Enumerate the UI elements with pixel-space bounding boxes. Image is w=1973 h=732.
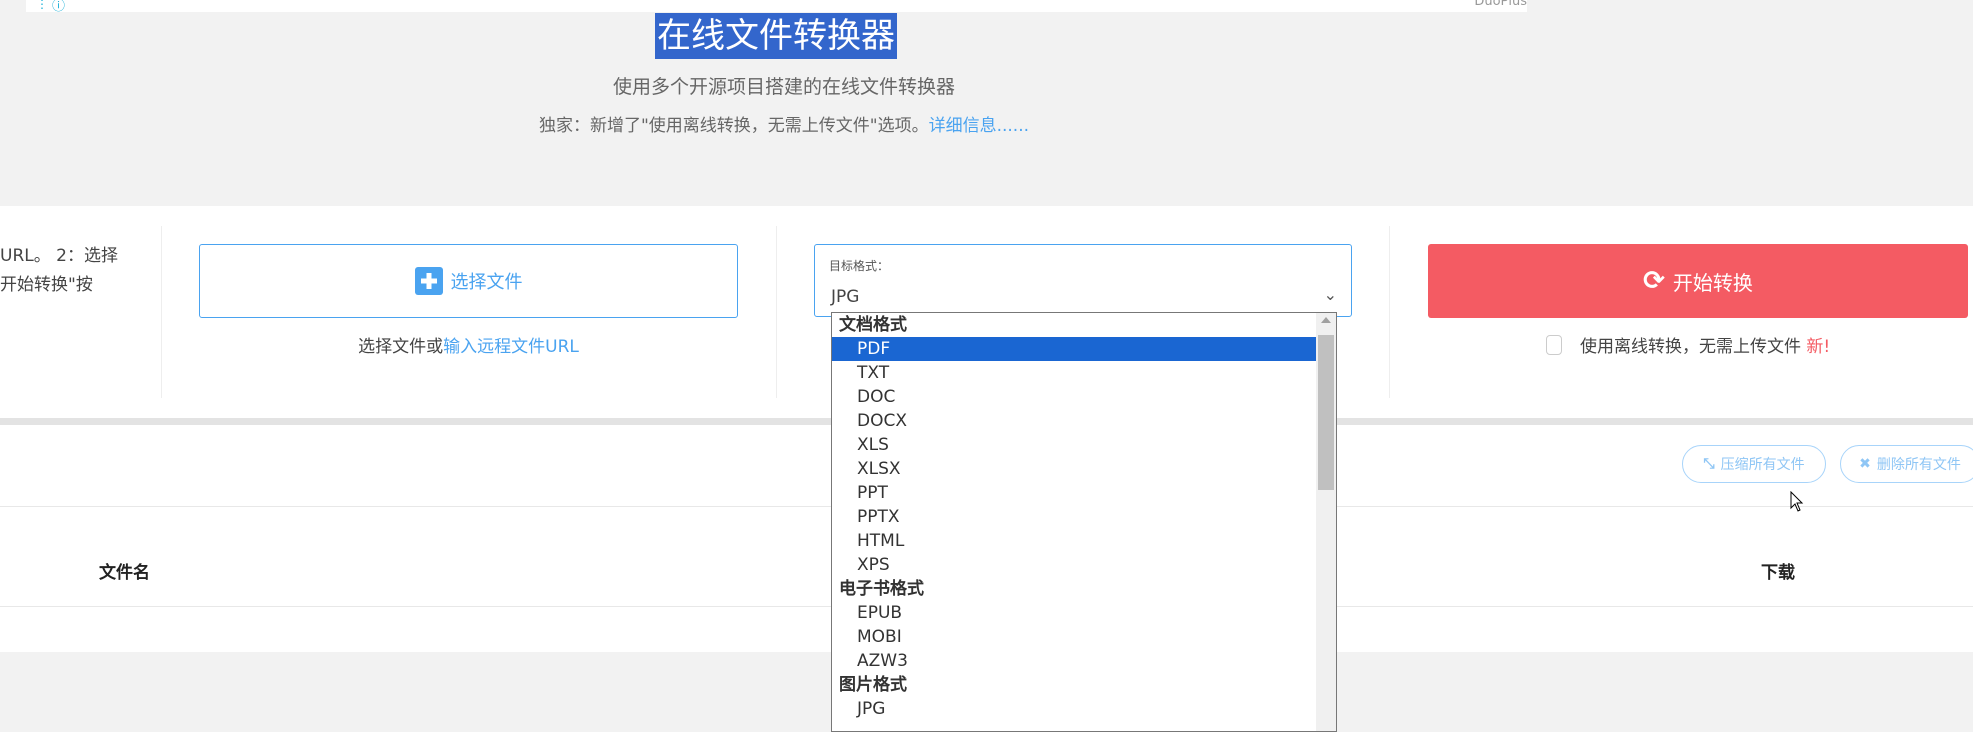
plus-icon xyxy=(414,267,443,295)
format-option[interactable]: PPTX xyxy=(832,505,1316,529)
delete-all-button[interactable]: ✖ 删除所有文件 xyxy=(1840,445,1973,483)
scrollbar[interactable] xyxy=(1316,313,1336,731)
compress-icon: ⤡ xyxy=(1703,456,1715,472)
brand-label: DuoPlus xyxy=(1474,0,1527,9)
page-title: 在线文件转换器 xyxy=(655,13,897,59)
select-file-button[interactable]: 选择文件 xyxy=(199,244,738,318)
format-option[interactable]: DOCX xyxy=(832,409,1316,433)
option-group-label: 电子书格式 xyxy=(839,579,924,599)
upload-hint-text: 选择文件或 xyxy=(358,337,444,357)
offline-option[interactable]: 使用离线转换，无需上传文件 新! xyxy=(1546,332,1830,357)
details-link[interactable]: 详细信息...... xyxy=(929,116,1029,136)
new-badge: 新! xyxy=(1806,337,1831,357)
delete-all-label: 删除所有文件 xyxy=(1876,457,1961,473)
start-convert-label: 开始转换 xyxy=(1672,270,1753,295)
divider xyxy=(776,226,777,398)
format-option[interactable]: PDF xyxy=(832,337,1316,361)
option-group-label: 文档格式 xyxy=(839,315,907,335)
divider xyxy=(161,226,162,398)
info-icon[interactable]: ⓘ xyxy=(52,0,65,14)
format-options: 文档格式 PDF TXT DOC DOCX XLS XLSX PPT PPTX HTML XPS 电子… xyxy=(832,313,1336,721)
format-option[interactable]: DOC xyxy=(832,385,1316,409)
target-format-label: 目标格式： xyxy=(829,259,890,273)
divider xyxy=(1389,226,1390,398)
column-header-filename: 文件名 xyxy=(99,563,150,583)
steps-text: URL。 2：选择 开始转换"按 xyxy=(0,242,118,300)
remote-url-link[interactable]: 输入远程文件URL xyxy=(443,337,579,357)
format-option[interactable]: JPG xyxy=(832,697,1316,721)
scroll-up-arrow-icon[interactable] xyxy=(1321,317,1331,323)
start-convert-button[interactable]: ⟳ 开始转换 xyxy=(1428,244,1968,318)
offline-checkbox[interactable] xyxy=(1546,334,1562,355)
exclusive-text: 独家：新增了"使用离线转换，无需上传文件"选项。 xyxy=(538,116,929,136)
steps-line: 开始转换"按 xyxy=(0,275,93,295)
close-icon: ✖ xyxy=(1859,456,1871,472)
page-subtitle: 使用多个开源项目搭建的在线文件转换器 xyxy=(612,76,955,98)
offline-label: 使用离线转换，无需上传文件 xyxy=(1580,337,1801,357)
format-dropdown-list[interactable]: 文档格式 PDF TXT DOC DOCX XLS XLSX PPT PPTX HTML XPS 电子… xyxy=(831,312,1337,732)
format-option[interactable]: PPT xyxy=(832,481,1316,505)
select-file-label: 选择文件 xyxy=(450,272,523,293)
format-option[interactable]: XLS xyxy=(832,433,1316,457)
format-option[interactable]: MOBI xyxy=(832,625,1316,649)
format-option[interactable]: EPUB xyxy=(832,601,1316,625)
format-option[interactable]: AZW3 xyxy=(832,649,1316,673)
compress-all-label: 压缩所有文件 xyxy=(1720,457,1805,473)
mouse-cursor-icon xyxy=(1790,491,1804,512)
upload-hint: 选择文件或输入远程文件URL xyxy=(199,332,738,357)
chevron-down-icon: ⌄ xyxy=(1323,285,1337,304)
format-option[interactable]: XPS xyxy=(832,553,1316,577)
format-option[interactable]: HTML xyxy=(832,529,1316,553)
scrollbar-thumb[interactable] xyxy=(1318,335,1334,490)
more-icon[interactable]: ⋮ xyxy=(36,0,48,11)
steps-line: URL。 2：选择 xyxy=(0,246,118,266)
option-group-label: 图片格式 xyxy=(839,675,907,695)
format-option[interactable]: TXT xyxy=(832,361,1316,385)
exclusive-notice: 独家：新增了"使用离线转换，无需上传文件"选项。详细信息...... xyxy=(0,111,1568,136)
column-header-download: 下载 xyxy=(1761,563,1795,583)
refresh-icon: ⟳ xyxy=(1643,266,1665,296)
target-format-select[interactable]: 目标格式： JPG ⌄ xyxy=(814,244,1352,317)
compress-all-button[interactable]: ⤡ 压缩所有文件 xyxy=(1682,445,1826,483)
format-option[interactable]: XLSX xyxy=(832,457,1316,481)
target-format-value: JPG xyxy=(831,287,860,307)
top-bar: ⋮ ⓘ DuoPlus xyxy=(26,0,1527,14)
